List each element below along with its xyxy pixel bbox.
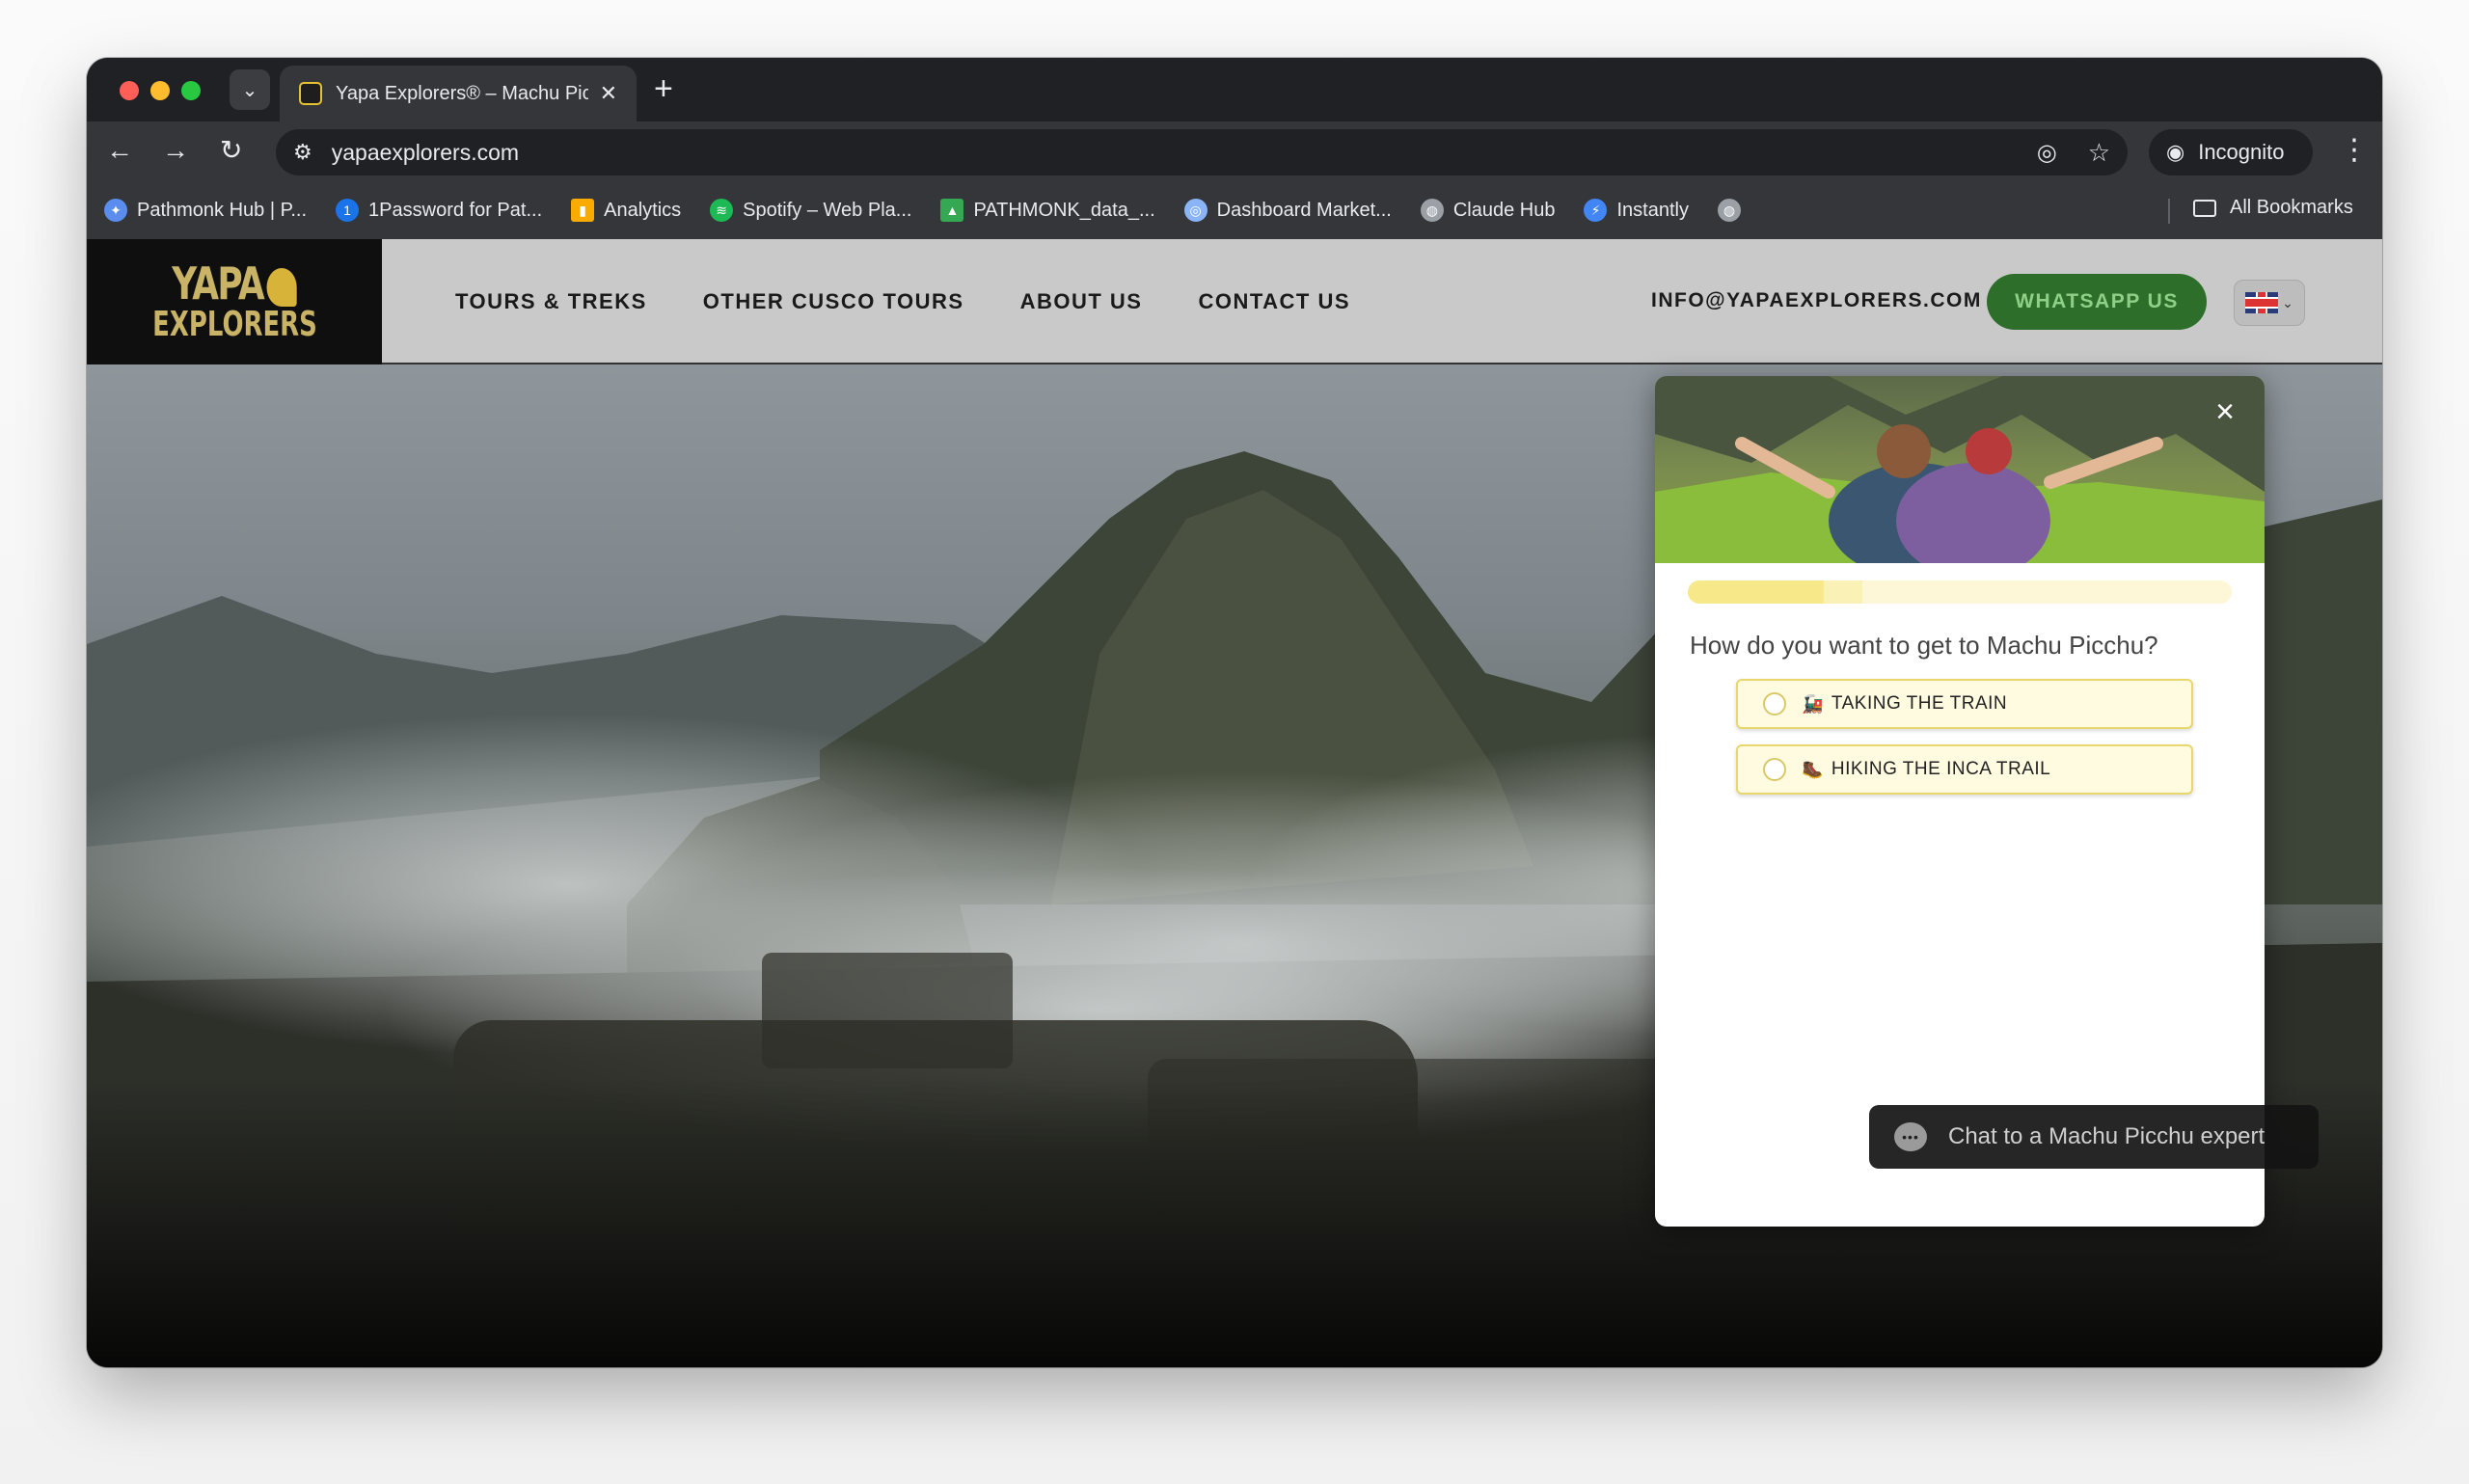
bookmarks-divider (2168, 199, 2170, 224)
new-tab-button[interactable]: + (654, 71, 673, 106)
bookmark-item[interactable]: ◍ (1717, 199, 1750, 222)
bookmark-item[interactable]: 1 1Password for Pat... (336, 199, 542, 222)
bookmark-item[interactable]: ▮ Analytics (571, 199, 681, 222)
address-bar[interactable]: ⚙ yapaexplorers.com ◎ ☆ (276, 129, 2128, 175)
incognito-label: Incognito (2198, 140, 2285, 164)
chat-bubble-icon: ••• (1894, 1122, 1927, 1151)
logo-fan-icon (266, 267, 297, 307)
language-selector[interactable]: ⌄ (2234, 280, 2305, 326)
logo-line1: YAPA (172, 257, 264, 310)
quiz-question: How do you want to get to Machu Picchu? (1690, 631, 2158, 660)
quiz-progress-bar (1688, 580, 2232, 604)
nav-other-cusco-tours[interactable]: OTHER CUSCO TOURS (703, 289, 964, 314)
all-bookmarks-button[interactable]: All Bookmarks (2193, 197, 2353, 219)
option-label: TAKING THE TRAIN (1831, 693, 2008, 714)
incognito-button[interactable]: ◉ Incognito (2149, 129, 2313, 175)
bookmarks-bar: ✦ Pathmonk Hub | P... 1 1Password for Pat.… (87, 181, 2382, 239)
minimize-window-button[interactable] (150, 81, 170, 100)
quiz-progress-tip (1824, 580, 1862, 604)
dashboard-icon: ◎ (1183, 199, 1207, 222)
chat-label: Chat to a Machu Picchu expert (1948, 1123, 2266, 1149)
pathmonk-icon: ✦ (104, 199, 127, 222)
whatsapp-button[interactable]: WHATSAPP US (1987, 274, 2207, 330)
radio-button[interactable] (1763, 692, 1786, 715)
browser-toolbar: ← → ↻ ⚙ yapaexplorers.com ◎ ☆ ◉ Incognit… (87, 121, 2382, 181)
yapa-explorers-logo[interactable]: YAPA EXPLORERS (87, 239, 382, 364)
bookmark-item[interactable]: ⚡ Instantly (1584, 199, 1689, 222)
bookmark-item[interactable]: ◎ Dashboard Market... (1183, 199, 1392, 222)
address-url[interactable]: yapaexplorers.com (332, 140, 2037, 166)
spotify-icon: ≋ (710, 199, 734, 222)
analytics-icon: ▮ (571, 199, 595, 222)
folder-icon (2193, 199, 2216, 217)
reload-icon[interactable]: ↻ (220, 133, 242, 168)
travelers-illustration (1655, 376, 2265, 563)
nav-about-us[interactable]: ABOUT US (1020, 289, 1143, 314)
quiz-option-inca-trail[interactable]: 🥾 HIKING THE INCA TRAIL (1736, 744, 2193, 795)
train-icon: 🚂 (1802, 693, 1824, 714)
back-arrow-icon[interactable]: ← (106, 133, 133, 168)
hiking-boot-icon: 🥾 (1802, 759, 1824, 779)
radio-button[interactable] (1763, 758, 1786, 781)
yapa-favicon-icon (299, 82, 322, 105)
tab-strip: ⌄ Yapa Explorers® – Machu Picchu ✕ + (87, 58, 2382, 121)
nav-contact-us[interactable]: CONTACT US (1198, 289, 1350, 314)
globe-icon: ◍ (1420, 199, 1444, 222)
browser-window: ⌄ Yapa Explorers® – Machu Picchu ✕ + ← →… (87, 58, 2382, 1367)
option-label: HIKING THE INCA TRAIL (1831, 759, 2051, 779)
drive-icon: ▲ (940, 199, 964, 222)
instantly-icon: ⚡ (1584, 199, 1608, 222)
email-link[interactable]: INFO@YAPAEXPLORERS.COM (1651, 289, 1982, 312)
more-menu-icon[interactable]: ⋮ (2340, 133, 2369, 167)
logo-line2: EXPLORERS (151, 305, 317, 344)
quiz-progress-fill (1688, 580, 1824, 604)
quiz-option-train[interactable]: 🚂 TAKING THE TRAIN (1736, 679, 2193, 729)
quiz-popup: × How do you want to get to Machu Picchu… (1655, 376, 2265, 1227)
forward-arrow-icon[interactable]: → (162, 133, 189, 168)
bookmark-item[interactable]: ▲ PATHMONK_data_... (940, 199, 1155, 222)
close-icon[interactable]: × (2211, 395, 2239, 428)
ruins-shape (762, 953, 1013, 1068)
site-settings-icon[interactable]: ⚙ (293, 140, 312, 165)
tab-yapa-explorers[interactable]: Yapa Explorers® – Machu Picchu ✕ (280, 66, 637, 121)
main-nav: TOURS & TREKS OTHER CUSCO TOURS ABOUT US… (455, 239, 1406, 364)
chat-widget-button[interactable]: ••• Chat to a Machu Picchu expert (1869, 1105, 2319, 1169)
tab-close-icon[interactable]: ✕ (600, 81, 617, 106)
quiz-header-image: × (1655, 376, 2265, 563)
web-page: YAPA EXPLORERS TOURS & TREKS OTHER CUSCO… (87, 239, 2382, 1367)
incognito-icon: ◉ (2166, 140, 2185, 164)
maximize-window-button[interactable] (181, 81, 201, 100)
bookmark-item[interactable]: ≋ Spotify – Web Pla... (710, 199, 911, 222)
bookmark-star-icon[interactable]: ☆ (2088, 138, 2110, 168)
close-window-button[interactable] (120, 81, 139, 100)
eye-off-icon[interactable]: ◎ (2037, 139, 2057, 167)
chevron-down-icon: ⌄ (2282, 294, 2293, 310)
nav-tours-treks[interactable]: TOURS & TREKS (455, 289, 647, 314)
tab-title: Yapa Explorers® – Machu Picchu (336, 82, 588, 104)
bookmark-item[interactable]: ◍ Claude Hub (1420, 199, 1555, 222)
bookmark-item[interactable]: ✦ Pathmonk Hub | P... (104, 199, 307, 222)
globe-icon: ◍ (1717, 199, 1741, 222)
uk-flag-icon (2245, 292, 2279, 313)
tab-search-icon[interactable]: ⌄ (230, 69, 270, 110)
1password-icon: 1 (336, 199, 360, 222)
site-header: YAPA EXPLORERS TOURS & TREKS OTHER CUSCO… (87, 239, 2382, 364)
